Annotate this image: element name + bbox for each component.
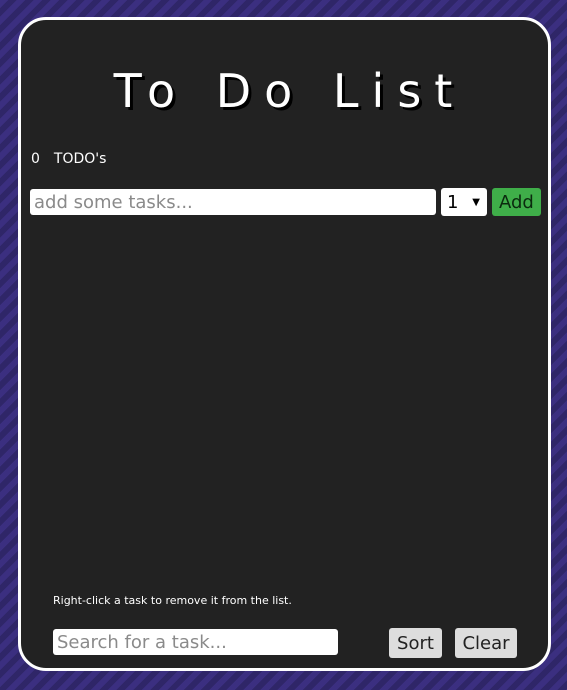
priority-selected-value: 1 [447, 191, 459, 213]
search-input[interactable] [53, 629, 338, 655]
task-count-label: TODO's [53, 151, 107, 167]
add-task-form: 1 ▼ Add [30, 188, 541, 216]
chevron-down-icon: ▼ [472, 196, 480, 208]
task-count-row: 0 TODO's [31, 151, 106, 167]
sort-button[interactable]: Sort [389, 628, 442, 658]
todo-card: To Do List 0 TODO's 1 ▼ Add Right-click … [18, 17, 551, 671]
app-title: To Do List [113, 64, 466, 118]
task-input[interactable] [30, 189, 436, 215]
bottom-controls: Sort Clear [53, 628, 519, 658]
remove-hint: Right-click a task to remove it from the… [53, 594, 292, 607]
priority-select[interactable]: 1 ▼ [441, 188, 487, 216]
task-count: 0 [31, 151, 40, 167]
clear-button[interactable]: Clear [455, 628, 517, 658]
add-button[interactable]: Add [492, 188, 541, 216]
